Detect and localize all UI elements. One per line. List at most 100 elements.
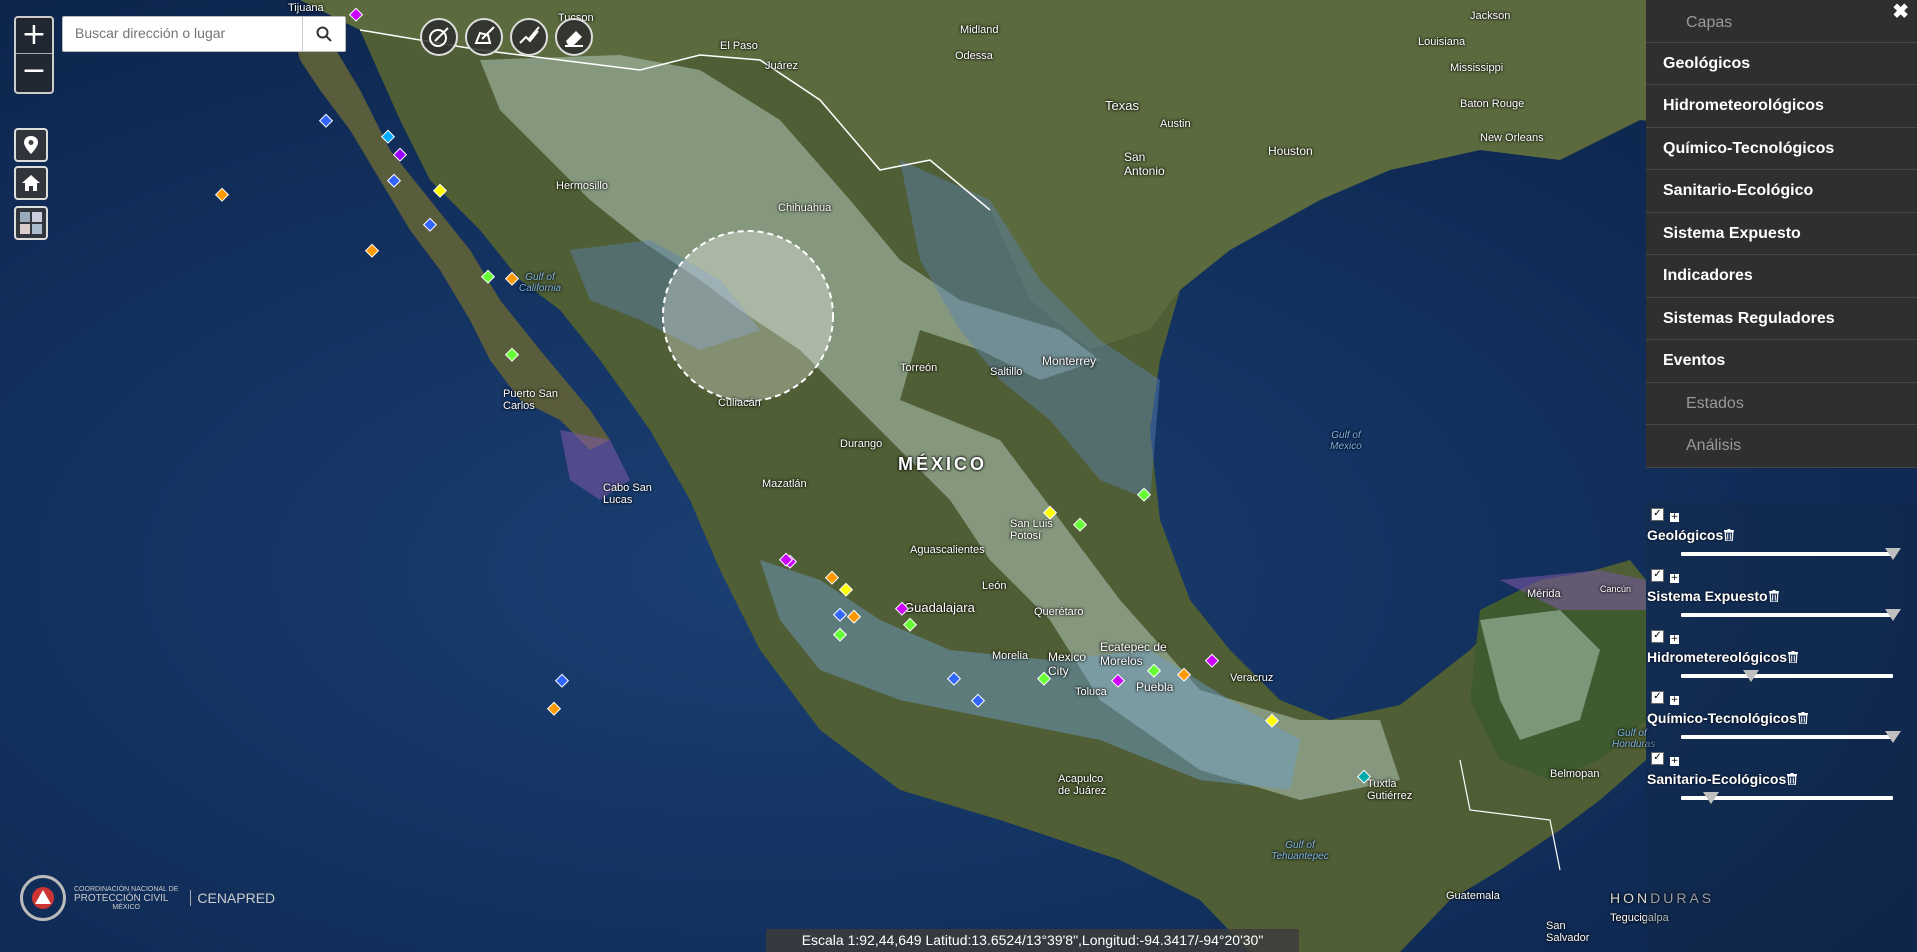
map-label: Louisiana bbox=[1418, 36, 1466, 48]
layer-name: Geológicos bbox=[1647, 527, 1724, 543]
search-box bbox=[62, 16, 346, 52]
menu-item-indicadores[interactable]: Indicadores bbox=[1646, 255, 1917, 298]
menu-item-geologicos[interactable]: Geológicos bbox=[1646, 43, 1917, 85]
slider-thumb[interactable] bbox=[1702, 792, 1719, 804]
map-label: Tijuana bbox=[288, 2, 324, 14]
map-label: San Luis Potosí bbox=[1010, 518, 1053, 542]
map-label: MÉXICO bbox=[898, 454, 988, 474]
trash-icon[interactable] bbox=[1724, 529, 1735, 541]
map-label: Jackson bbox=[1470, 10, 1511, 22]
layer-opacity-slider[interactable] bbox=[1681, 792, 1893, 804]
layer-item: ✓ + Sanitario-Ecológicos bbox=[1646, 751, 1917, 812]
side-panel: ✖ Capas Geológicos Hidrometeorológicos Q… bbox=[1646, 0, 1917, 952]
layer-expand-button[interactable]: + bbox=[1670, 513, 1679, 522]
layer-item: ✓ + Hidrometereológicos bbox=[1646, 629, 1917, 690]
menu-item-sistemas-reguladores[interactable]: Sistemas Reguladores bbox=[1646, 298, 1917, 340]
map-label: Puebla bbox=[1136, 680, 1174, 694]
map-label: Belmopan bbox=[1550, 768, 1600, 780]
draw-line-icon bbox=[519, 26, 540, 44]
layer-opacity-slider[interactable] bbox=[1681, 670, 1893, 682]
layer-expand-button[interactable]: + bbox=[1670, 696, 1679, 705]
basemap-gallery-button[interactable] bbox=[14, 206, 48, 240]
trash-icon[interactable] bbox=[1768, 590, 1779, 602]
slider-thumb[interactable] bbox=[1885, 731, 1901, 743]
map-label: San Antonio bbox=[1124, 150, 1165, 178]
map-label: Torreón bbox=[900, 362, 938, 374]
map-label: Toluca bbox=[1075, 686, 1107, 698]
map-label: Gulf of California bbox=[518, 272, 562, 294]
menu-item-eventos[interactable]: Eventos bbox=[1646, 340, 1917, 383]
trash-icon[interactable] bbox=[1787, 773, 1798, 785]
map-label: Odessa bbox=[955, 50, 993, 62]
layer-visibility-checkbox[interactable]: ✓ bbox=[1651, 691, 1664, 704]
draw-circle-button[interactable] bbox=[420, 18, 458, 56]
map-label: El Paso bbox=[720, 40, 758, 52]
map-label: Saltillo bbox=[990, 366, 1023, 378]
layer-visibility-checkbox[interactable]: ✓ bbox=[1651, 752, 1664, 765]
slider-thumb[interactable] bbox=[1742, 670, 1759, 682]
map-label: Texas bbox=[1105, 98, 1139, 113]
map-label: Aguascalientes bbox=[910, 544, 985, 556]
layer-visibility-checkbox[interactable]: ✓ bbox=[1651, 508, 1664, 521]
draw-line-button[interactable] bbox=[510, 18, 548, 56]
layer-expand-button[interactable]: + bbox=[1670, 574, 1679, 583]
map-label: Guadalajara bbox=[904, 600, 975, 615]
menu-item-hidrometeorologicos[interactable]: Hidrometeorológicos bbox=[1646, 85, 1917, 128]
eraser-button[interactable] bbox=[555, 18, 593, 56]
home-icon bbox=[22, 175, 40, 191]
menu-item-sanitario-ecologico[interactable]: Sanitario-Ecológico bbox=[1646, 170, 1917, 213]
basemap bbox=[0, 0, 1917, 952]
scale-coordinates-readout: Escala 1:92,44,649 Latitud:13.6524/13°39… bbox=[766, 929, 1299, 952]
layer-item: ✓ + Químico-Tecnológicos bbox=[1646, 690, 1917, 751]
layer-opacity-slider[interactable] bbox=[1681, 609, 1901, 621]
map-label: Ecatepec de Morelos bbox=[1100, 640, 1167, 668]
map-label: Mexico City bbox=[1048, 650, 1087, 678]
draw-circle-icon bbox=[429, 27, 449, 47]
logo-line-3: MÉXICO bbox=[112, 903, 140, 911]
home-button[interactable] bbox=[14, 166, 48, 200]
zoom-out-button[interactable]: − bbox=[16, 53, 52, 89]
layer-visibility-checkbox[interactable]: ✓ bbox=[1651, 569, 1664, 582]
search-button[interactable] bbox=[302, 17, 345, 51]
slider-thumb[interactable] bbox=[1885, 548, 1901, 560]
zoom-control: + − bbox=[14, 16, 54, 94]
trash-icon[interactable] bbox=[1788, 651, 1799, 663]
search-icon bbox=[316, 26, 332, 42]
map-canvas[interactable]: Tijuana Tucson Midland Odessa El Paso Ju… bbox=[0, 0, 1917, 952]
map-label: Morelia bbox=[992, 650, 1029, 662]
slider-thumb[interactable] bbox=[1885, 609, 1901, 621]
menu-item-capas[interactable]: Capas bbox=[1646, 0, 1917, 43]
search-input[interactable] bbox=[63, 17, 302, 49]
layer-opacity-slider[interactable] bbox=[1681, 731, 1901, 743]
zoom-in-button[interactable]: + bbox=[16, 18, 52, 53]
layer-expand-button[interactable]: + bbox=[1670, 635, 1679, 644]
logo-line-2: PROTECCIÓN CIVIL bbox=[74, 892, 169, 904]
layer-name: Sistema Expuesto bbox=[1647, 588, 1768, 604]
draw-polygon-button[interactable] bbox=[465, 18, 503, 56]
layer-name: Sanitario-Ecológicos bbox=[1647, 771, 1787, 787]
menu-item-analisis[interactable]: Análisis bbox=[1646, 425, 1917, 468]
close-panel-button[interactable]: ✖ bbox=[1892, 0, 1909, 24]
map-label: Monterrey bbox=[1042, 354, 1097, 368]
map-label: Puerto San Carlos bbox=[503, 388, 559, 412]
map-label: Acapulco de Juárez bbox=[1058, 773, 1107, 797]
proteccion-civil-emblem-icon bbox=[20, 875, 66, 921]
map-label: Tuxtla Gutiérrez bbox=[1367, 778, 1413, 802]
menu-item-sistema-expuesto[interactable]: Sistema Expuesto bbox=[1646, 213, 1917, 255]
map-label: Culiacán bbox=[718, 397, 761, 409]
layer-name: Químico-Tecnológicos bbox=[1647, 710, 1797, 726]
layer-expand-button[interactable]: + bbox=[1670, 757, 1679, 766]
location-button[interactable] bbox=[14, 128, 48, 162]
category-menu: Capas Geológicos Hidrometeorológicos Quí… bbox=[1646, 0, 1917, 468]
menu-item-estados[interactable]: Estados bbox=[1646, 383, 1917, 425]
menu-item-quimico-tecnologicos[interactable]: Químico-Tecnológicos bbox=[1646, 128, 1917, 170]
layer-opacity-slider[interactable] bbox=[1681, 548, 1901, 560]
layer-name: Hidrometereológicos bbox=[1647, 649, 1788, 665]
trash-icon[interactable] bbox=[1797, 712, 1808, 724]
map-label: León bbox=[982, 580, 1007, 592]
map-label: Mazatlán bbox=[762, 478, 807, 490]
map-label: New Orleans bbox=[1480, 132, 1544, 144]
layer-visibility-checkbox[interactable]: ✓ bbox=[1651, 630, 1664, 643]
map-label: Cabo San Lucas bbox=[603, 482, 652, 506]
map-label: Gulf of Tehuantepec bbox=[1271, 840, 1329, 862]
